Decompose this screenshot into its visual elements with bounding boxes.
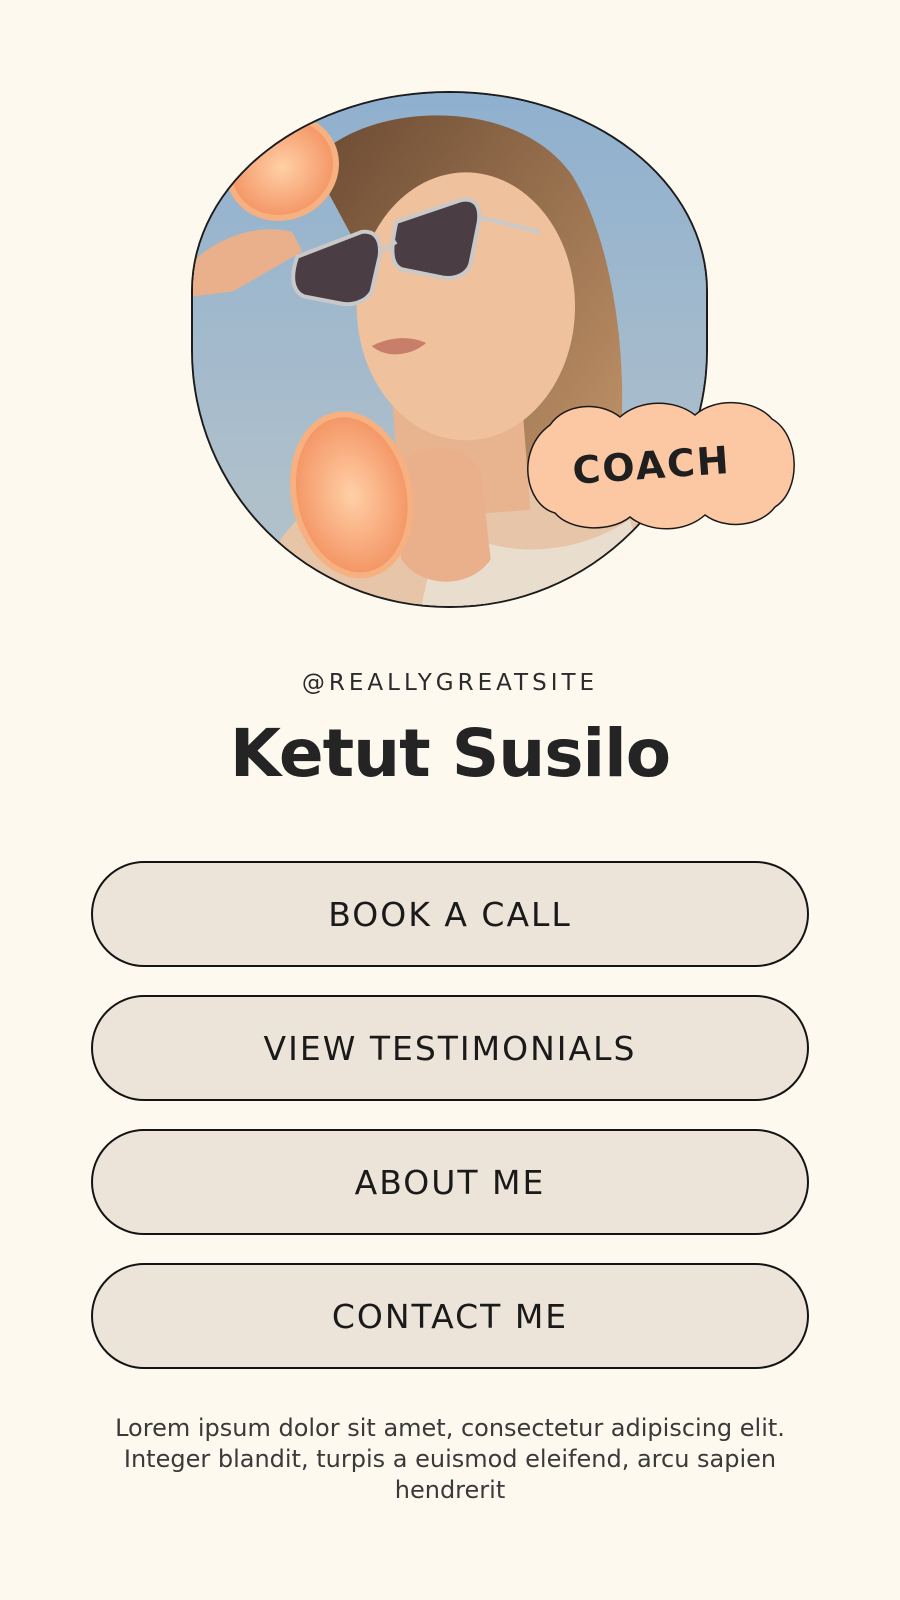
- book-a-call-button[interactable]: BOOK A CALL: [91, 861, 809, 967]
- link-in-bio-page: COACH @REALLYGREATSITE Ketut Susilo BOOK…: [0, 0, 900, 1600]
- link-list: BOOK A CALL VIEW TESTIMONIALS ABOUT ME C…: [91, 861, 809, 1397]
- about-me-button[interactable]: ABOUT ME: [91, 1129, 809, 1235]
- badge-label: COACH: [571, 437, 732, 493]
- footer-description: Lorem ipsum dolor sit amet, consectetur …: [115, 1414, 785, 1504]
- profile-handle: @REALLYGREATSITE: [301, 670, 599, 696]
- contact-me-button[interactable]: CONTACT ME: [91, 1263, 809, 1369]
- view-testimonials-button[interactable]: VIEW TESTIMONIALS: [91, 995, 809, 1101]
- coach-badge: COACH: [510, 395, 805, 535]
- profile-name: Ketut Susilo: [229, 715, 671, 792]
